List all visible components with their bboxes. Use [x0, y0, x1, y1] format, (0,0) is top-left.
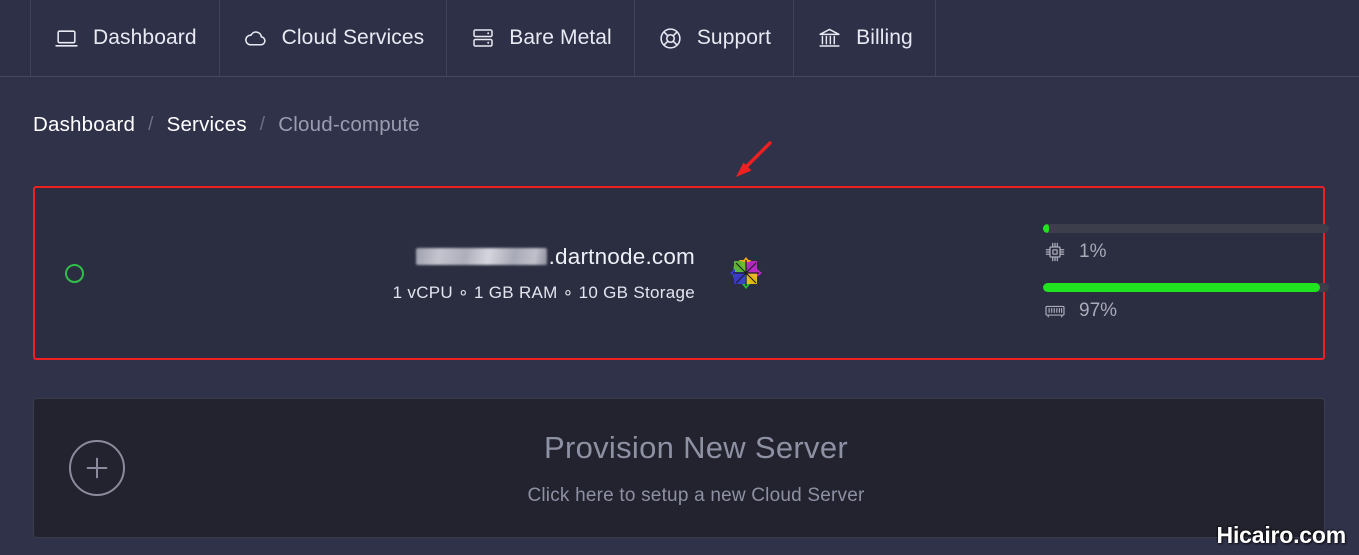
nav-item-billing[interactable]: Billing	[794, 0, 936, 76]
provision-new-server-card[interactable]: Provision New Server Click here to setup…	[33, 398, 1325, 538]
breadcrumb-separator-1: /	[148, 114, 154, 135]
memory-usage-bar-fill	[1043, 283, 1321, 292]
nav-label-cloud-services: Cloud Services	[281, 26, 425, 49]
cpu-chip-icon	[1043, 240, 1066, 263]
breadcrumb: Dashboard / Services / Cloud-compute	[33, 113, 420, 137]
nav-item-cloud-services[interactable]: Cloud Services	[220, 0, 448, 76]
memory-metric-label: 97%	[1043, 299, 1333, 322]
server-hostname: .dartnode.com	[415, 243, 695, 270]
bank-icon	[816, 25, 843, 52]
top-navigation-bar: Dashboard Cloud Services Bare Metal Supp…	[0, 0, 1359, 77]
lifebuoy-icon	[657, 25, 684, 52]
nav-label-support: Support	[696, 26, 772, 49]
server-card[interactable]: .dartnode.com 1 vCPU ∘ 1 GB RAM ∘ 10 GB …	[33, 186, 1329, 360]
server-rack-icon	[469, 25, 496, 52]
ram-module-icon	[1043, 299, 1066, 322]
nav-left-spacer	[0, 0, 31, 76]
breadcrumb-item-dashboard[interactable]: Dashboard	[33, 113, 135, 137]
nav-right-filler	[936, 0, 1359, 76]
cpu-usage-value: 1%	[1079, 240, 1107, 262]
laptop-icon	[53, 25, 80, 52]
cpu-usage-bar-fill	[1043, 224, 1049, 233]
nav-item-bare-metal[interactable]: Bare Metal	[447, 0, 635, 76]
status-circle-icon	[65, 263, 84, 283]
red-arrow-icon	[736, 141, 772, 177]
nav-label-bare-metal: Bare Metal	[509, 26, 612, 49]
provision-subtitle: Click here to setup a new Cloud Server	[527, 484, 865, 506]
server-status-indicator	[65, 188, 84, 358]
cpu-usage-bar	[1043, 224, 1329, 233]
nav-item-support[interactable]: Support	[635, 0, 795, 76]
nav-label-dashboard: Dashboard	[93, 26, 197, 49]
pinwheel-os-icon	[729, 256, 763, 290]
nav-label-billing: Billing	[856, 26, 913, 49]
provision-title: Provision New Server	[543, 429, 849, 465]
server-specs: 1 vCPU ∘ 1 GB RAM ∘ 10 GB Storage	[392, 282, 695, 302]
metric-memory: 97%	[1043, 283, 1333, 322]
breadcrumb-item-cloud-compute: Cloud-compute	[278, 113, 420, 136]
server-info: .dartnode.com 1 vCPU ∘ 1 GB RAM ∘ 10 GB …	[225, 188, 695, 358]
metric-cpu: 1%	[1043, 224, 1333, 263]
hostname-redacted-block	[415, 248, 547, 265]
hostname-suffix: .dartnode.com	[548, 243, 695, 269]
memory-usage-bar	[1043, 283, 1329, 292]
cpu-metric-label: 1%	[1043, 240, 1333, 263]
plus-circle-icon	[69, 440, 125, 496]
nav-item-dashboard[interactable]: Dashboard	[31, 0, 220, 76]
breadcrumb-item-services[interactable]: Services	[167, 113, 247, 137]
memory-usage-value: 97%	[1079, 299, 1118, 321]
page-root: Dashboard Cloud Services Bare Metal Supp…	[0, 0, 1359, 555]
breadcrumb-separator-2: /	[259, 114, 266, 135]
server-metrics: 1% 97%	[1043, 188, 1333, 358]
cloud-icon	[242, 25, 269, 52]
provision-text-block: Provision New Server Click here to setup…	[486, 399, 906, 537]
